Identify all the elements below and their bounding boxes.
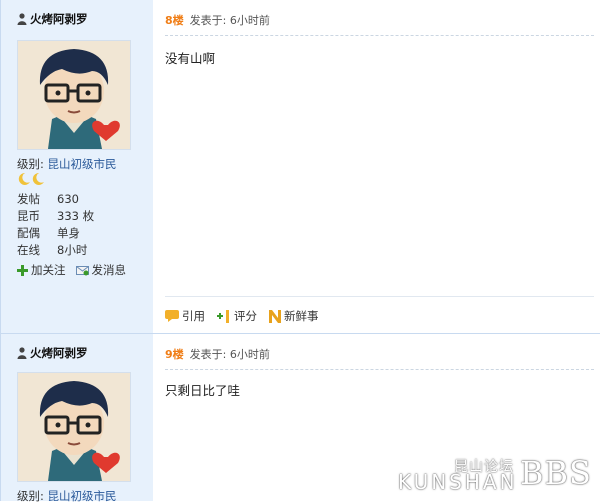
posted-time: 发表于: 6小时前 bbox=[189, 14, 270, 27]
quote-button[interactable]: 引用 bbox=[165, 308, 205, 324]
floor-number[interactable]: 9楼 bbox=[165, 348, 184, 361]
rate-button[interactable]: 评分 bbox=[217, 308, 257, 324]
stat-key: 昆币 bbox=[17, 209, 40, 223]
post-content: 8楼 发表于: 6小时前 没有山啊 引用 评分 新鲜事 bbox=[153, 0, 600, 333]
user-icon bbox=[17, 347, 27, 359]
stat-value: 630 bbox=[57, 192, 79, 206]
footer-divider bbox=[165, 296, 594, 297]
rate-label: 评分 bbox=[234, 309, 257, 323]
level-moons bbox=[17, 172, 47, 186]
post-body: 没有山啊 bbox=[165, 51, 216, 66]
stat-online: 在线 8小时 bbox=[17, 242, 94, 259]
user-actions: 加关注 发消息 bbox=[17, 262, 126, 278]
stat-posts: 发帖 630 bbox=[17, 191, 94, 208]
post-header: 8楼 发表于: 6小时前 bbox=[165, 12, 270, 28]
user-sidebar: 火烤阿剥罗 级别: 昆山初级市民 bbox=[0, 334, 154, 504]
user-icon bbox=[17, 13, 27, 25]
stat-value: 333 枚 bbox=[57, 209, 95, 223]
username-text: 火烤阿剥罗 bbox=[30, 12, 88, 26]
post-operations: 引用 评分 新鲜事 bbox=[165, 308, 319, 324]
n-icon bbox=[269, 309, 281, 323]
username-text: 火烤阿剥罗 bbox=[30, 346, 88, 360]
floor-number[interactable]: 8楼 bbox=[165, 14, 184, 27]
post-body: 只剩日比了哇 bbox=[165, 383, 241, 398]
posted-time: 发表于: 6小时前 bbox=[189, 348, 270, 361]
stat-value: 单身 bbox=[57, 226, 80, 240]
plus-one-icon bbox=[217, 309, 229, 323]
mail-icon bbox=[75, 265, 89, 275]
stat-key: 配偶 bbox=[17, 226, 40, 240]
header-divider bbox=[165, 369, 594, 370]
stat-key: 发帖 bbox=[17, 192, 40, 206]
quote-label: 引用 bbox=[182, 309, 205, 323]
user-level: 级别: 昆山初级市民 bbox=[17, 488, 117, 504]
fresh-label: 新鲜事 bbox=[284, 309, 319, 323]
plus-icon bbox=[17, 264, 28, 276]
avatar-image bbox=[18, 373, 130, 481]
username[interactable]: 火烤阿剥罗 bbox=[17, 345, 88, 361]
user-level: 级别: 昆山初级市民 bbox=[17, 156, 117, 172]
avatar-image bbox=[18, 41, 130, 149]
avatar[interactable] bbox=[17, 372, 131, 482]
avatar[interactable] bbox=[17, 40, 131, 150]
stat-value: 8小时 bbox=[57, 243, 88, 257]
follow-label: 加关注 bbox=[31, 263, 66, 277]
level-value[interactable]: 昆山初级市民 bbox=[48, 157, 117, 171]
watermark-bbs: BBS bbox=[520, 454, 592, 492]
kunshan-bbs-watermark: 昆山论坛 KUNSHAN BBS bbox=[398, 456, 598, 496]
username[interactable]: 火烤阿剥罗 bbox=[17, 11, 88, 27]
post-header: 9楼 发表于: 6小时前 bbox=[165, 346, 270, 362]
header-divider bbox=[165, 35, 594, 36]
stat-key: 在线 bbox=[17, 243, 40, 257]
fresh-button[interactable]: 新鲜事 bbox=[269, 308, 319, 324]
user-sidebar: 火烤阿剥罗 级别: 昆山初级市民 bbox=[0, 0, 154, 333]
post-8: 火烤阿剥罗 级别: 昆山初级市民 发帖 630 昆币 333 枚 配偶 单身 在… bbox=[0, 0, 600, 333]
user-stats: 发帖 630 昆币 333 枚 配偶 单身 在线 8小时 bbox=[17, 191, 94, 259]
follow-button[interactable]: 加关注 bbox=[17, 262, 66, 278]
message-button[interactable]: 发消息 bbox=[75, 262, 127, 278]
stat-coins: 昆币 333 枚 bbox=[17, 208, 94, 225]
watermark-en: KUNSHAN bbox=[398, 470, 518, 494]
message-label: 发消息 bbox=[91, 263, 127, 277]
moon-icon bbox=[18, 172, 44, 185]
level-label: 级别: bbox=[17, 157, 44, 171]
quote-icon bbox=[165, 310, 179, 322]
stat-spouse: 配偶 单身 bbox=[17, 225, 94, 242]
